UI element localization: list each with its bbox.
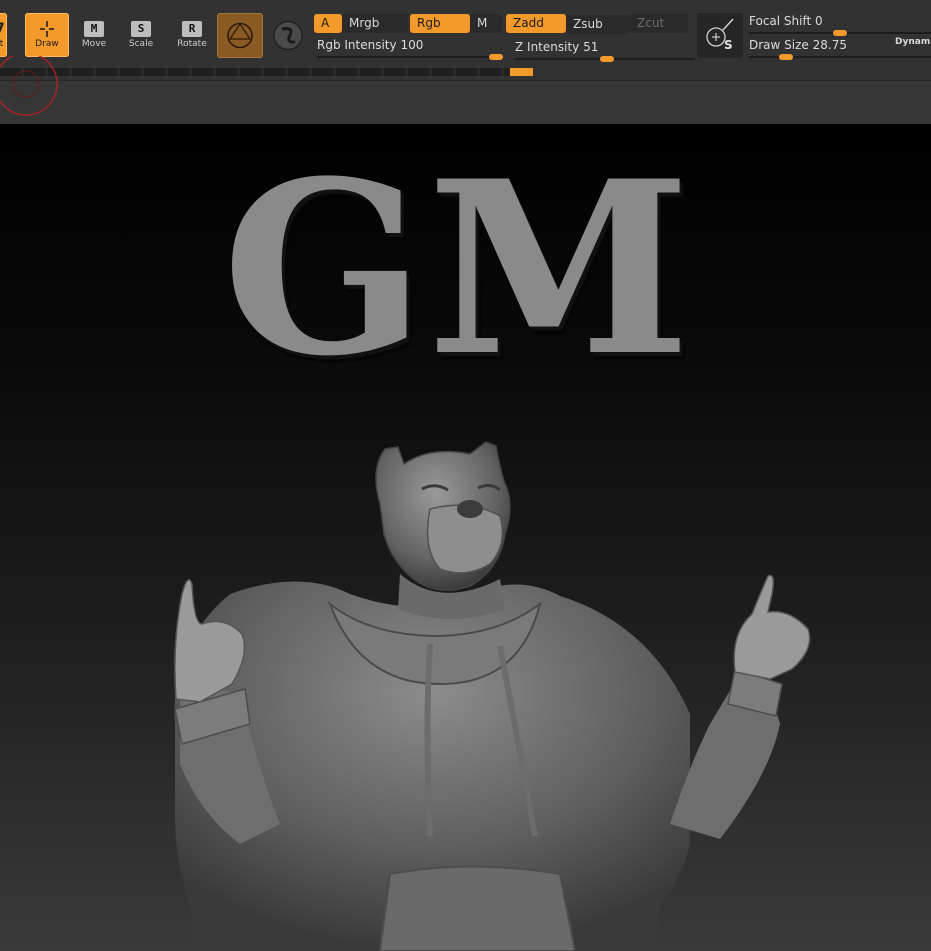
progress-strip bbox=[0, 68, 510, 76]
z-intensity-thumb[interactable] bbox=[599, 56, 614, 62]
z-intensity-slider[interactable]: Z Intensity 51 bbox=[515, 40, 695, 62]
focal-shift-thumb[interactable] bbox=[833, 30, 847, 36]
zsub-mode-button[interactable]: Zsub bbox=[566, 15, 630, 34]
scale-button[interactable]: S Scale bbox=[119, 13, 163, 57]
move-button[interactable]: M Move bbox=[72, 13, 116, 57]
rgb-intensity-thumb[interactable] bbox=[489, 54, 503, 60]
brush-cursor-icon bbox=[0, 56, 58, 116]
rgb-intensity-value: 100 bbox=[400, 38, 424, 52]
focal-shift-value: 0 bbox=[815, 14, 823, 28]
svg-text:S: S bbox=[724, 38, 733, 52]
rgb-intensity-slider[interactable]: Rgb Intensity 100 bbox=[317, 38, 503, 60]
secondary-bar bbox=[0, 81, 931, 124]
rgb-mode-button[interactable]: Rgb bbox=[410, 14, 470, 33]
spotlight-s-icon: S bbox=[706, 18, 734, 52]
a-mode-button[interactable]: A bbox=[314, 14, 342, 33]
edit-tool-label: t bbox=[0, 39, 4, 49]
mrgb-mode-button[interactable]: Mrgb bbox=[342, 14, 408, 33]
rotate-label: Rotate bbox=[177, 39, 207, 49]
draw-size-track bbox=[749, 56, 931, 58]
rgb-intensity-track bbox=[317, 56, 503, 58]
rotate-icon: R bbox=[182, 21, 202, 37]
zcut-mode-button[interactable]: Zcut bbox=[630, 14, 688, 33]
draw-size-text: Draw Size 28.75 bbox=[749, 38, 847, 52]
scale-icon: S bbox=[131, 21, 151, 37]
move-icon: M bbox=[84, 21, 104, 37]
z-intensity-value: 51 bbox=[583, 40, 599, 54]
material-button[interactable] bbox=[217, 13, 263, 58]
spotlight-button[interactable]: S bbox=[697, 13, 743, 58]
draw-size-label: Draw Size bbox=[749, 38, 809, 52]
focal-shift-slider[interactable]: Focal Shift 0 bbox=[749, 14, 931, 36]
draw-button[interactable]: Draw bbox=[25, 13, 69, 57]
edit-tool-button[interactable]: 7 t bbox=[0, 13, 7, 57]
rotate-button[interactable]: R Rotate bbox=[170, 13, 214, 57]
edit-tool-glyph: 7 bbox=[0, 21, 10, 37]
draw-size-value: 28.75 bbox=[812, 38, 847, 52]
stroke-swirl-icon bbox=[273, 20, 303, 51]
viewport-canvas[interactable]: GM bbox=[0, 124, 931, 951]
rgb-intensity-label: Rgb Intensity bbox=[317, 38, 397, 52]
move-label: Move bbox=[81, 39, 107, 49]
draw-crosshair-icon bbox=[37, 21, 57, 37]
draw-label: Draw bbox=[35, 39, 59, 49]
rgb-intensity-text: Rgb Intensity 100 bbox=[317, 38, 423, 52]
progress-marker bbox=[510, 68, 533, 76]
dynamic-toggle[interactable]: Dynamic bbox=[895, 37, 931, 47]
z-intensity-text: Z Intensity 51 bbox=[515, 40, 598, 54]
top-toolbar: 7 t Draw M Move S Scale R Rotate bbox=[0, 0, 931, 81]
dog-hoodie-sculpt bbox=[174, 441, 811, 951]
z-intensity-label: Z Intensity bbox=[515, 40, 580, 54]
stroke-button[interactable] bbox=[268, 13, 308, 58]
scale-label: Scale bbox=[128, 39, 154, 49]
focal-shift-text: Focal Shift 0 bbox=[749, 14, 823, 28]
focal-shift-label: Focal Shift bbox=[749, 14, 812, 28]
m-mode-button[interactable]: M bbox=[470, 14, 502, 33]
draw-size-thumb[interactable] bbox=[779, 54, 794, 60]
zadd-mode-button[interactable]: Zadd bbox=[506, 14, 566, 33]
material-sphere-icon bbox=[227, 22, 253, 49]
